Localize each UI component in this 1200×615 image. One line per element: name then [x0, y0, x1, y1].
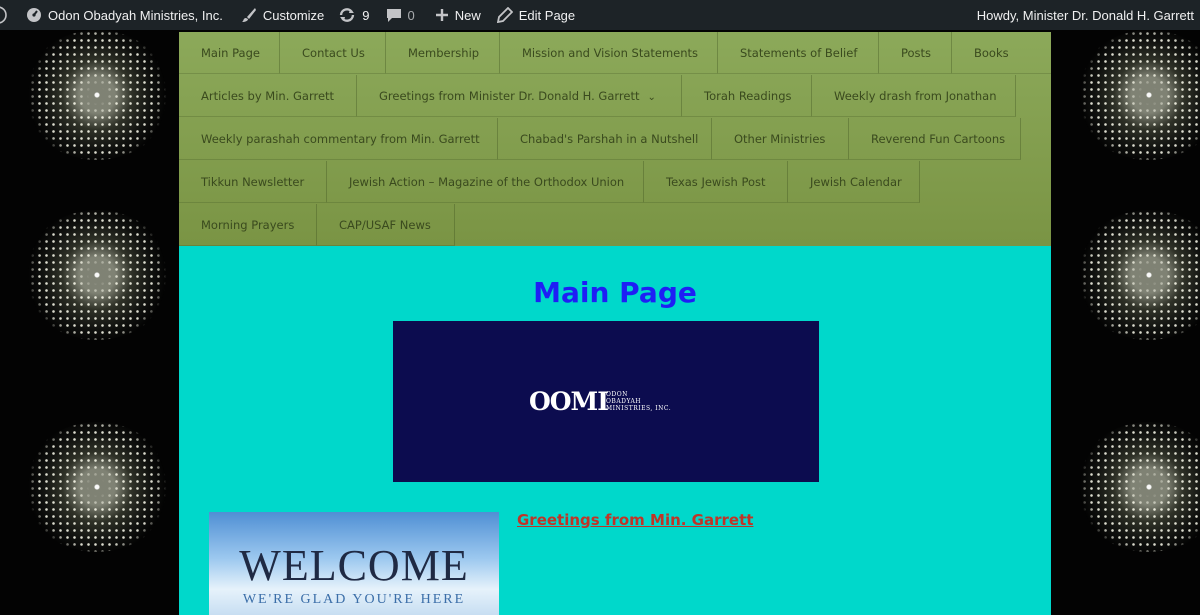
nav-label: Torah Readings: [704, 89, 792, 103]
updates-icon: [340, 8, 355, 22]
welcome-image: WELCOME WE'RE GLAD YOU'RE HERE: [209, 512, 499, 615]
nav-label: Reverend Fun Cartoons: [871, 132, 1006, 146]
comments-link[interactable]: 0: [380, 0, 421, 30]
logo-sub-line: ODON: [606, 391, 628, 398]
edit-page-label: Edit Page: [518, 7, 576, 23]
new-content-link[interactable]: New: [429, 0, 487, 30]
fireworks-decoration: [1074, 210, 1200, 340]
chevron-down-icon: ⌄: [647, 92, 656, 103]
nav-item-greetings[interactable]: Greetings from Minister Dr. Donald H. Ga…: [357, 75, 682, 117]
nav-item-contact-us[interactable]: Contact Us: [280, 32, 386, 74]
logo-sub-line: MINISTRIES, INC.: [606, 405, 672, 412]
nav-label: Greetings from Minister Dr. Donald H. Ga…: [379, 89, 640, 103]
nav-item-weekly-parashah[interactable]: Weekly parashah commentary from Min. Gar…: [179, 118, 498, 160]
nav-item-main-page[interactable]: Main Page: [179, 32, 280, 74]
page-container: Main Page Contact Us Membership Mission …: [179, 32, 1051, 615]
fireworks-decoration: [1074, 422, 1200, 552]
site-name: Odon Obadyah Ministries, Inc.: [48, 7, 223, 23]
nav-item-jewish-action[interactable]: Jewish Action – Magazine of the Orthodox…: [327, 161, 644, 203]
nav-item-reverend-fun[interactable]: Reverend Fun Cartoons: [849, 118, 1021, 160]
my-account-link[interactable]: Howdy, Minister Dr. Donald H. Garrett: [977, 0, 1194, 30]
nav-label: Morning Prayers: [201, 218, 295, 232]
wordpress-icon: [0, 6, 7, 24]
admin-bar: Odon Obadyah Ministries, Inc. Customize …: [0, 0, 1200, 30]
updates-link[interactable]: 9: [332, 0, 375, 30]
fireworks-decoration: [1074, 30, 1200, 160]
nav-label: Jewish Calendar: [810, 175, 902, 189]
wordpress-logo[interactable]: [0, 0, 20, 30]
nav-item-books[interactable]: Books: [952, 32, 1051, 74]
nav-item-cap-usaf[interactable]: CAP/USAF News: [317, 204, 455, 246]
welcome-subtitle: WE'RE GLAD YOU'RE HERE: [242, 592, 466, 607]
main-content: Main Page OOMI ODON OBADYAH MINISTRIES, …: [179, 246, 1051, 615]
nav-item-posts[interactable]: Posts: [879, 32, 952, 74]
nav-item-torah-readings[interactable]: Torah Readings: [682, 75, 812, 117]
greetings-link[interactable]: Greetings from Min. Garrett: [517, 511, 753, 529]
nav-item-tikkun[interactable]: Tikkun Newsletter: [179, 161, 327, 203]
welcome-title: WELCOME: [239, 541, 469, 590]
customize-link[interactable]: Customize: [235, 0, 330, 30]
logo-mark: OOMI: [529, 387, 609, 416]
nav-item-mission[interactable]: Mission and Vision Statements: [500, 32, 718, 74]
nav-item-chabad[interactable]: Chabad's Parshah in a Nutshell: [498, 118, 712, 160]
nav-label: Tikkun Newsletter: [201, 175, 305, 189]
page-title: Main Page: [533, 276, 697, 309]
dashboard-icon: [27, 8, 41, 22]
nav-label: Posts: [901, 46, 932, 60]
nav-label: Jewish Action – Magazine of the Orthodox…: [349, 175, 625, 189]
nav-label: Books: [974, 46, 1009, 60]
nav-label: Membership: [408, 46, 480, 60]
new-label: New: [454, 7, 481, 23]
plus-icon: [435, 9, 448, 21]
comments-count: 0: [407, 7, 415, 23]
nav-label: Articles by Min. Garrett: [201, 89, 335, 103]
fireworks-decoration: [22, 30, 172, 160]
nav-item-jewish-calendar[interactable]: Jewish Calendar: [788, 161, 920, 203]
comment-icon: [386, 9, 401, 22]
nav-item-other-ministries[interactable]: Other Ministries: [712, 118, 849, 160]
nav-label: CAP/USAF News: [339, 218, 431, 232]
nav-label: Main Page: [201, 46, 260, 60]
nav-label: Other Ministries: [734, 132, 826, 146]
nav-item-statements-of-belief[interactable]: Statements of Belief: [718, 32, 879, 74]
nav-item-articles[interactable]: Articles by Min. Garrett: [179, 75, 357, 117]
customize-label: Customize: [262, 7, 325, 23]
nav-label: Contact Us: [302, 46, 365, 60]
edit-page-link[interactable]: Edit Page: [491, 0, 581, 30]
nav-label: Statements of Belief: [740, 46, 858, 60]
nav-label: Chabad's Parshah in a Nutshell: [520, 132, 699, 146]
nav-item-weekly-drash[interactable]: Weekly drash from Jonathan: [812, 75, 1016, 117]
primary-navigation: Main Page Contact Us Membership Mission …: [179, 32, 1051, 246]
nav-item-texas-jewish-post[interactable]: Texas Jewish Post: [644, 161, 788, 203]
logo-subtitle: ODON OBADYAH MINISTRIES, INC.: [606, 391, 671, 412]
nav-label: Weekly parashah commentary from Min. Gar…: [201, 132, 480, 146]
fireworks-decoration: [22, 210, 172, 340]
site-name-link[interactable]: Odon Obadyah Ministries, Inc.: [20, 0, 229, 30]
fireworks-decoration: [22, 422, 172, 552]
logo-sub-line: OBADYAH: [606, 398, 642, 405]
nav-label: Mission and Vision Statements: [522, 46, 699, 60]
pencil-icon: [496, 7, 513, 23]
nav-label: Texas Jewish Post: [666, 175, 766, 189]
howdy-text: Howdy, Minister Dr. Donald H. Garrett: [976, 7, 1194, 23]
brush-icon: [241, 8, 256, 22]
nav-item-membership[interactable]: Membership: [386, 32, 500, 74]
updates-count: 9: [362, 7, 370, 23]
ministry-logo-banner: OOMI ODON OBADYAH MINISTRIES, INC.: [393, 321, 819, 482]
nav-label: Weekly drash from Jonathan: [834, 89, 997, 103]
nav-item-morning-prayers[interactable]: Morning Prayers: [179, 204, 317, 246]
